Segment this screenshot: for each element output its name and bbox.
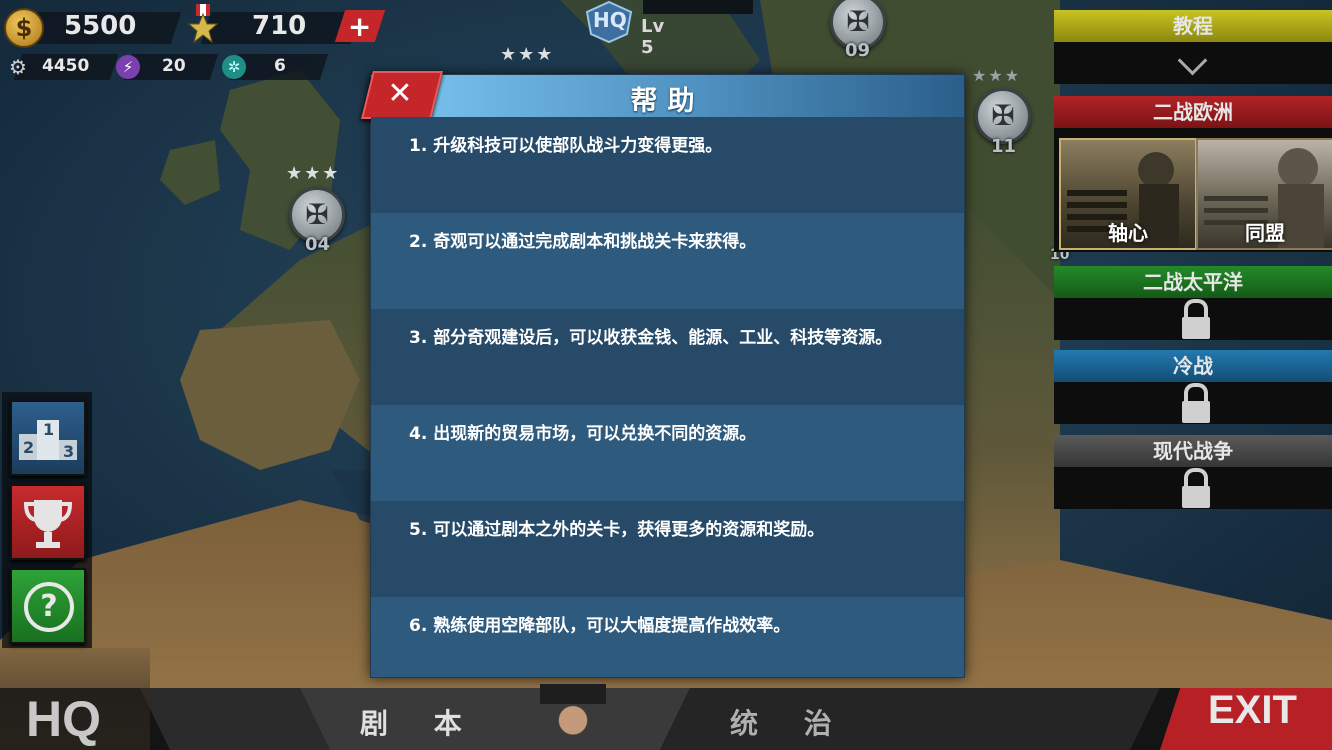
stars-icon: ★★★: [500, 44, 555, 65]
tip-item: 2. 奇观可以通过完成剧本和挑战关卡来获得。: [371, 213, 964, 309]
help-dialog: 帮助 ✕ 1. 升级科技可以使部队战斗力变得更强。 2. 奇观可以通过完成剧本和…: [361, 71, 965, 678]
dialog-header: 帮助: [371, 75, 964, 117]
lightning-icon: ⚡: [116, 55, 140, 79]
map-node-number: 04: [305, 234, 331, 255]
tip-text: 5. 可以通过剧本之外的关卡，获得更多的资源和奖励。: [409, 520, 825, 540]
exit-label: EXIT: [1208, 688, 1297, 732]
cold-war-band: 冷战: [1054, 350, 1332, 382]
lock-icon: [1182, 299, 1210, 339]
axis-card[interactable]: 轴心: [1059, 138, 1197, 250]
stars-icon: ★★★: [972, 66, 1022, 85]
stars-icon: ★★★: [286, 163, 341, 184]
hq-bottom-label: HQ: [26, 691, 101, 747]
ww2-pacific-band: 二战太平洋: [1054, 266, 1332, 298]
allies-card[interactable]: 同盟: [1196, 138, 1332, 250]
podium-second: 2: [23, 438, 35, 457]
scenario-tab[interactable]: 剧 本: [330, 684, 660, 750]
close-icon: ✕: [387, 76, 413, 111]
bottom-bar-bg: [0, 688, 1332, 750]
iron-cross-icon: ✠: [991, 99, 1015, 132]
tip-item: 4. 出现新的贸易市场，可以兑换不同的资源。: [371, 405, 964, 501]
trophy-button[interactable]: [10, 484, 86, 560]
officer-portrait: [540, 684, 606, 750]
question-icon: ?: [24, 582, 74, 632]
medal-icon: [186, 4, 220, 46]
tech-resource: ✲ 6: [220, 54, 329, 80]
exit-button[interactable]: EXIT: [1190, 668, 1332, 750]
rule-label: 统 治: [730, 707, 850, 740]
industry-value: 4450: [42, 56, 90, 76]
allies-label: 同盟: [1245, 221, 1285, 245]
dollar-coin-icon: $: [4, 8, 44, 48]
tutorial-section[interactable]: 教程: [1054, 10, 1332, 84]
chevron-down-icon: [1177, 45, 1208, 76]
tech-value: 6: [274, 56, 286, 76]
money-resource: $ 5500: [4, 6, 182, 48]
money-value: 5500: [64, 11, 137, 41]
tip-item: 5. 可以通过剧本之外的关卡，获得更多的资源和奖励。: [371, 501, 964, 597]
ww2-europe-band: 二战欧洲: [1054, 96, 1332, 128]
tip-text: 3. 部分奇观建设后，可以收获金钱、能源、工业、科技等资源。: [409, 328, 893, 348]
podium-first: 1: [43, 420, 55, 439]
map-node-number: 11: [991, 136, 1017, 157]
dialog-title: 帮助: [630, 86, 705, 117]
podium-third: 3: [63, 442, 75, 461]
help-button[interactable]: ?: [10, 568, 86, 644]
hq-bottom-tab[interactable]: HQ: [0, 648, 150, 750]
energy-resource: ⚡ 20: [114, 54, 219, 80]
tip-text: 4. 出现新的贸易市场，可以兑换不同的资源。: [409, 424, 757, 444]
industry-resource: ⚙ 4450: [4, 54, 119, 80]
map-node-number: 09: [845, 40, 871, 61]
question-glyph: ?: [40, 589, 58, 624]
hq-level-text: Lv 5: [641, 16, 665, 58]
lock-icon: [1182, 383, 1210, 423]
iron-cross-icon: ✠: [846, 5, 870, 38]
plus-icon: +: [348, 9, 372, 43]
tip-text: 1. 升级科技可以使部队战斗力变得更强。: [409, 136, 723, 156]
gear-icon: ⚙: [9, 55, 27, 79]
tip-text: 2. 奇观可以通过完成剧本和挑战关卡来获得。: [409, 232, 757, 252]
tech-gear-icon: ✲: [222, 55, 246, 79]
energy-value: 20: [162, 56, 186, 76]
close-button[interactable]: ✕: [361, 71, 443, 119]
tip-item: 1. 升级科技可以使部队战斗力变得更强。: [371, 117, 964, 213]
scenario-label: 剧 本: [360, 707, 480, 740]
medals-value: 710: [252, 11, 307, 41]
tip-item: 3. 部分奇观建设后，可以收获金钱、能源、工业、科技等资源。: [371, 309, 964, 405]
ranking-button[interactable]: 1 2 3: [10, 400, 86, 476]
axis-label: 轴心: [1108, 221, 1148, 245]
hq-badge-icon: HQ: [583, 0, 635, 44]
lock-icon: [1182, 468, 1210, 508]
iron-cross-icon: ✠: [305, 198, 329, 231]
tip-item: 6. 熟练使用空降部队，可以大幅度提高作战效率。: [371, 597, 964, 677]
modern-war-band: 现代战争: [1054, 435, 1332, 467]
tip-text: 6. 熟练使用空降部队，可以大幅度提高作战效率。: [409, 616, 791, 636]
bottom-bar: HQ 剧 本 统 治 EXIT: [0, 648, 1332, 750]
trophy-icon: [23, 500, 73, 548]
tutorial-band: 教程: [1054, 10, 1332, 42]
hq-badge-text: HQ: [593, 8, 627, 32]
rule-tab[interactable]: 统 治: [700, 688, 1120, 750]
